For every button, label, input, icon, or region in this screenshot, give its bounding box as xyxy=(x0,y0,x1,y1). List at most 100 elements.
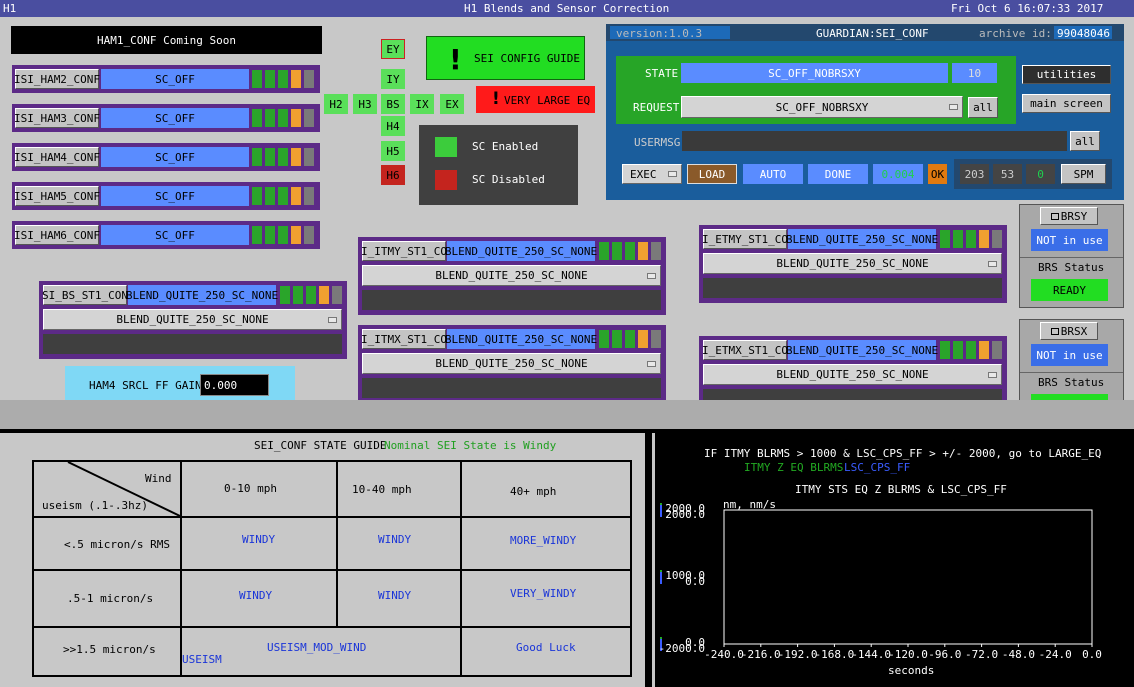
exec-select[interactable]: EXEC xyxy=(622,164,682,184)
itmy-indicator-2 xyxy=(612,242,622,260)
bs-indicator-2 xyxy=(293,286,303,304)
y-tick-blue-marker xyxy=(660,505,662,517)
sei-config-guide-button[interactable]: ! SEI CONFIG GUIDE xyxy=(426,36,585,80)
etmy-st1-state: BLEND_QUITE_250_SC_NONE xyxy=(786,229,938,249)
very-large-eq-button[interactable]: ! VERY LARGE EQ xyxy=(476,86,595,113)
etmy-message-field xyxy=(703,278,1002,298)
bs-st1-conf-button[interactable]: SI_BS_ST1_CON xyxy=(42,285,128,305)
state-guide-panel: SEI_CONF STATE GUIDE Nominal SEI State i… xyxy=(0,429,648,687)
bs-blend-select[interactable]: BLEND_QUITE_250_SC_NONE xyxy=(43,309,342,330)
header-useism: useism (.1-.3hz) xyxy=(42,499,148,512)
chamber-h3[interactable]: H3 xyxy=(353,94,377,114)
y-tick-blue-label: 0.0 xyxy=(685,575,705,588)
ham2-state: SC_OFF xyxy=(101,69,249,89)
counter-203: 203 xyxy=(960,164,989,184)
itmx-st1-state: BLEND_QUITE_250_SC_NONE xyxy=(445,329,597,349)
etmx-st1-conf-button[interactable]: I_ETMX_ST1_CO xyxy=(702,340,788,360)
plot-xlabel: seconds xyxy=(888,664,935,677)
isi-ham3-conf-button[interactable]: ISI_HAM3_CONF xyxy=(14,108,100,128)
ham4-srcl-label: HAM4 SRCL FF GAIN xyxy=(89,379,202,392)
col-0-10-mph: 0-10 mph xyxy=(224,482,277,495)
brsy-panel: BRSY NOT in use BRS Status READY xyxy=(1019,204,1124,308)
request-select[interactable]: SC_OFF_NOBRSXY xyxy=(681,96,963,118)
ham4-srcl-input[interactable]: 0.000 xyxy=(200,374,269,396)
state-label: STATE xyxy=(645,67,679,80)
brsy-button[interactable]: BRSY xyxy=(1040,207,1098,225)
bs-indicator-4 xyxy=(319,286,329,304)
isi-ham4-conf-button[interactable]: ISI_HAM4_CONF xyxy=(14,147,100,167)
itmy-st1-panel: I_ITMY_ST1_CO BLEND_QUITE_250_SC_NONE BL… xyxy=(358,237,666,315)
request-select-value: SC_OFF_NOBRSXY xyxy=(775,100,869,114)
x-tick-label: -216.0 xyxy=(741,648,781,661)
chamber-iy[interactable]: IY xyxy=(381,69,405,89)
chamber-bs[interactable]: BS xyxy=(381,94,405,114)
ham4-indicator-5 xyxy=(304,148,314,166)
brsx-button-label: BRSX xyxy=(1060,324,1088,338)
exec-select-value: EXEC xyxy=(630,167,657,181)
brsy-divider xyxy=(1020,257,1123,258)
chamber-ex[interactable]: EX xyxy=(440,94,464,114)
ham2-row: ISI_HAM2_CONF SC_OFF xyxy=(12,65,320,93)
state-guide-title: SEI_CONF STATE GUIDE xyxy=(254,439,387,452)
brsy-button-label: BRSY xyxy=(1060,209,1088,223)
bs-message-field xyxy=(43,334,342,354)
etmy-indicator-2 xyxy=(953,230,963,248)
window-title-left: H1 xyxy=(3,2,17,15)
itmy-blend-select[interactable]: BLEND_QUITE_250_SC_NONE xyxy=(362,265,661,286)
itmx-blend-select-value: BLEND_QUITE_250_SC_NONE xyxy=(435,357,588,370)
ham3-indicator-3 xyxy=(278,109,288,127)
cell-low-10-40[interactable]: WINDY xyxy=(378,534,411,545)
cell-mid-10-40[interactable]: WINDY xyxy=(378,590,411,601)
row-label-low: <.5 micron/s RMS xyxy=(64,538,170,551)
usermsg-all-button[interactable]: all xyxy=(1070,131,1100,151)
utilities-button[interactable]: utilities xyxy=(1022,65,1111,84)
itmy-indicator-3 xyxy=(625,242,635,260)
etmx-blend-select[interactable]: BLEND_QUITE_250_SC_NONE xyxy=(703,364,1002,385)
state-guide-subtitle: Nominal SEI State is Windy xyxy=(384,439,557,452)
bs-st1-state: BLEND_QUITE_250_SC_NONE xyxy=(126,285,278,305)
main-screen-button[interactable]: main screen xyxy=(1022,94,1111,113)
divider-band xyxy=(0,400,1134,429)
chamber-ey[interactable]: EY xyxy=(381,39,405,59)
etmy-blend-select[interactable]: BLEND_QUITE_250_SC_NONE xyxy=(703,253,1002,274)
chamber-h2[interactable]: H2 xyxy=(324,94,348,114)
ham2-indicator-5 xyxy=(304,70,314,88)
isi-ham5-conf-button[interactable]: ISI_HAM5_CONF xyxy=(14,186,100,206)
isi-ham6-conf-button[interactable]: ISI_HAM6_CONF xyxy=(14,225,100,245)
itmy-st1-conf-button[interactable]: I_ITMY_ST1_CO xyxy=(361,241,447,261)
cell-mid-40[interactable]: VERY_WINDY xyxy=(510,588,576,599)
brsx-button[interactable]: BRSX xyxy=(1040,322,1098,340)
etmy-st1-conf-button[interactable]: I_ETMY_ST1_CO xyxy=(702,229,788,249)
x-tick-label: -192.0 xyxy=(778,648,818,661)
itmx-blend-select[interactable]: BLEND_QUITE_250_SC_NONE xyxy=(362,353,661,374)
etmx-indicator-5 xyxy=(992,341,1002,359)
row-divider-2 xyxy=(34,569,630,571)
brsx-divider xyxy=(1020,372,1123,373)
cell-high-useism[interactable]: USEISM xyxy=(182,654,222,665)
progress-number: 0.004 xyxy=(873,164,923,184)
cell-high-good-luck[interactable]: Good Luck xyxy=(516,642,576,653)
cell-high-useism-mod-wind[interactable]: USEISM_MOD_WIND xyxy=(267,642,366,653)
cell-low-0-10[interactable]: WINDY xyxy=(242,534,275,545)
chamber-ix[interactable]: IX xyxy=(410,94,434,114)
chamber-h6[interactable]: H6 xyxy=(381,165,405,185)
window-icon xyxy=(1050,327,1059,335)
cell-low-40[interactable]: MORE_WINDY xyxy=(510,535,576,546)
window-icon xyxy=(1050,212,1059,220)
request-all-button[interactable]: all xyxy=(968,97,998,118)
load-button[interactable]: LOAD xyxy=(687,164,737,184)
sc-legend: SC Enabled SC Disabled xyxy=(419,125,578,205)
sc-enabled-label: SC Enabled xyxy=(472,140,539,153)
ham5-row: ISI_HAM5_CONF SC_OFF xyxy=(12,182,320,210)
isi-ham2-conf-button[interactable]: ISI_HAM2_CONF xyxy=(14,69,100,89)
chamber-h5[interactable]: H5 xyxy=(381,141,405,161)
window-datetime: Fri Oct 6 16:07:33 2017 xyxy=(951,2,1104,15)
ham5-state: SC_OFF xyxy=(101,186,249,206)
chamber-h4[interactable]: H4 xyxy=(381,116,405,136)
cell-mid-0-10[interactable]: WINDY xyxy=(239,590,272,601)
spm-button[interactable]: SPM xyxy=(1061,164,1106,184)
ham5-indicator-1 xyxy=(252,187,262,205)
itmx-st1-conf-button[interactable]: I_ITMX_ST1_CO xyxy=(361,329,447,349)
header-wind: Wind xyxy=(145,472,172,485)
row-label-high: >>1.5 micron/s xyxy=(63,643,156,656)
